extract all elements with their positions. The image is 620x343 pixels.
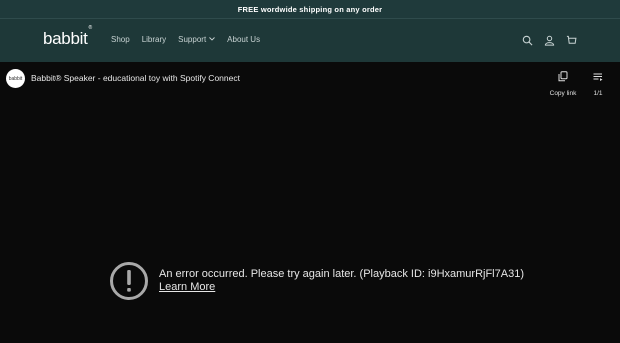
copy-icon: [558, 69, 568, 86]
playlist-counter: 1/1: [593, 90, 603, 97]
account-icon[interactable]: [543, 34, 555, 46]
nav-about-us[interactable]: About Us: [227, 35, 260, 44]
announcement-text: FREE wordwide shipping on any order: [237, 4, 383, 14]
channel-avatar[interactable]: babbit: [6, 69, 25, 88]
copy-link-label: Copy link: [549, 90, 577, 97]
site-header: babbit® Shop Library Support About Us: [0, 19, 620, 62]
cart-icon[interactable]: [565, 34, 577, 46]
error-message: An error occurred. Please try again late…: [159, 268, 524, 280]
nav-shop[interactable]: Shop: [111, 35, 130, 44]
header-icons: [521, 34, 577, 46]
main-nav: Shop Library Support About Us: [111, 35, 272, 44]
chevron-down-icon: [209, 36, 215, 43]
error-panel: An error occurred. Please try again late…: [109, 261, 524, 301]
nav-support[interactable]: Support: [178, 35, 215, 44]
logo-text: babbit: [43, 29, 88, 48]
video-player[interactable]: babbit Babbit® Speaker - educational toy…: [0, 62, 620, 343]
video-title[interactable]: Babbit® Speaker - educational toy with S…: [31, 73, 240, 83]
nav-library[interactable]: Library: [142, 35, 166, 44]
alert-icon: [109, 261, 149, 301]
playlist-button[interactable]: 1/1: [590, 69, 606, 97]
announcement-bar: FREE wordwide shipping on any order: [0, 0, 620, 19]
error-message-block: An error occurred. Please try again late…: [159, 268, 524, 293]
logo-registered-mark: ®: [88, 25, 93, 32]
search-icon[interactable]: [521, 34, 533, 46]
site-logo[interactable]: babbit®: [43, 25, 92, 49]
copy-link-button[interactable]: Copy link: [548, 69, 578, 97]
learn-more-link[interactable]: Learn More: [159, 281, 215, 293]
playlist-icon: [593, 69, 603, 86]
